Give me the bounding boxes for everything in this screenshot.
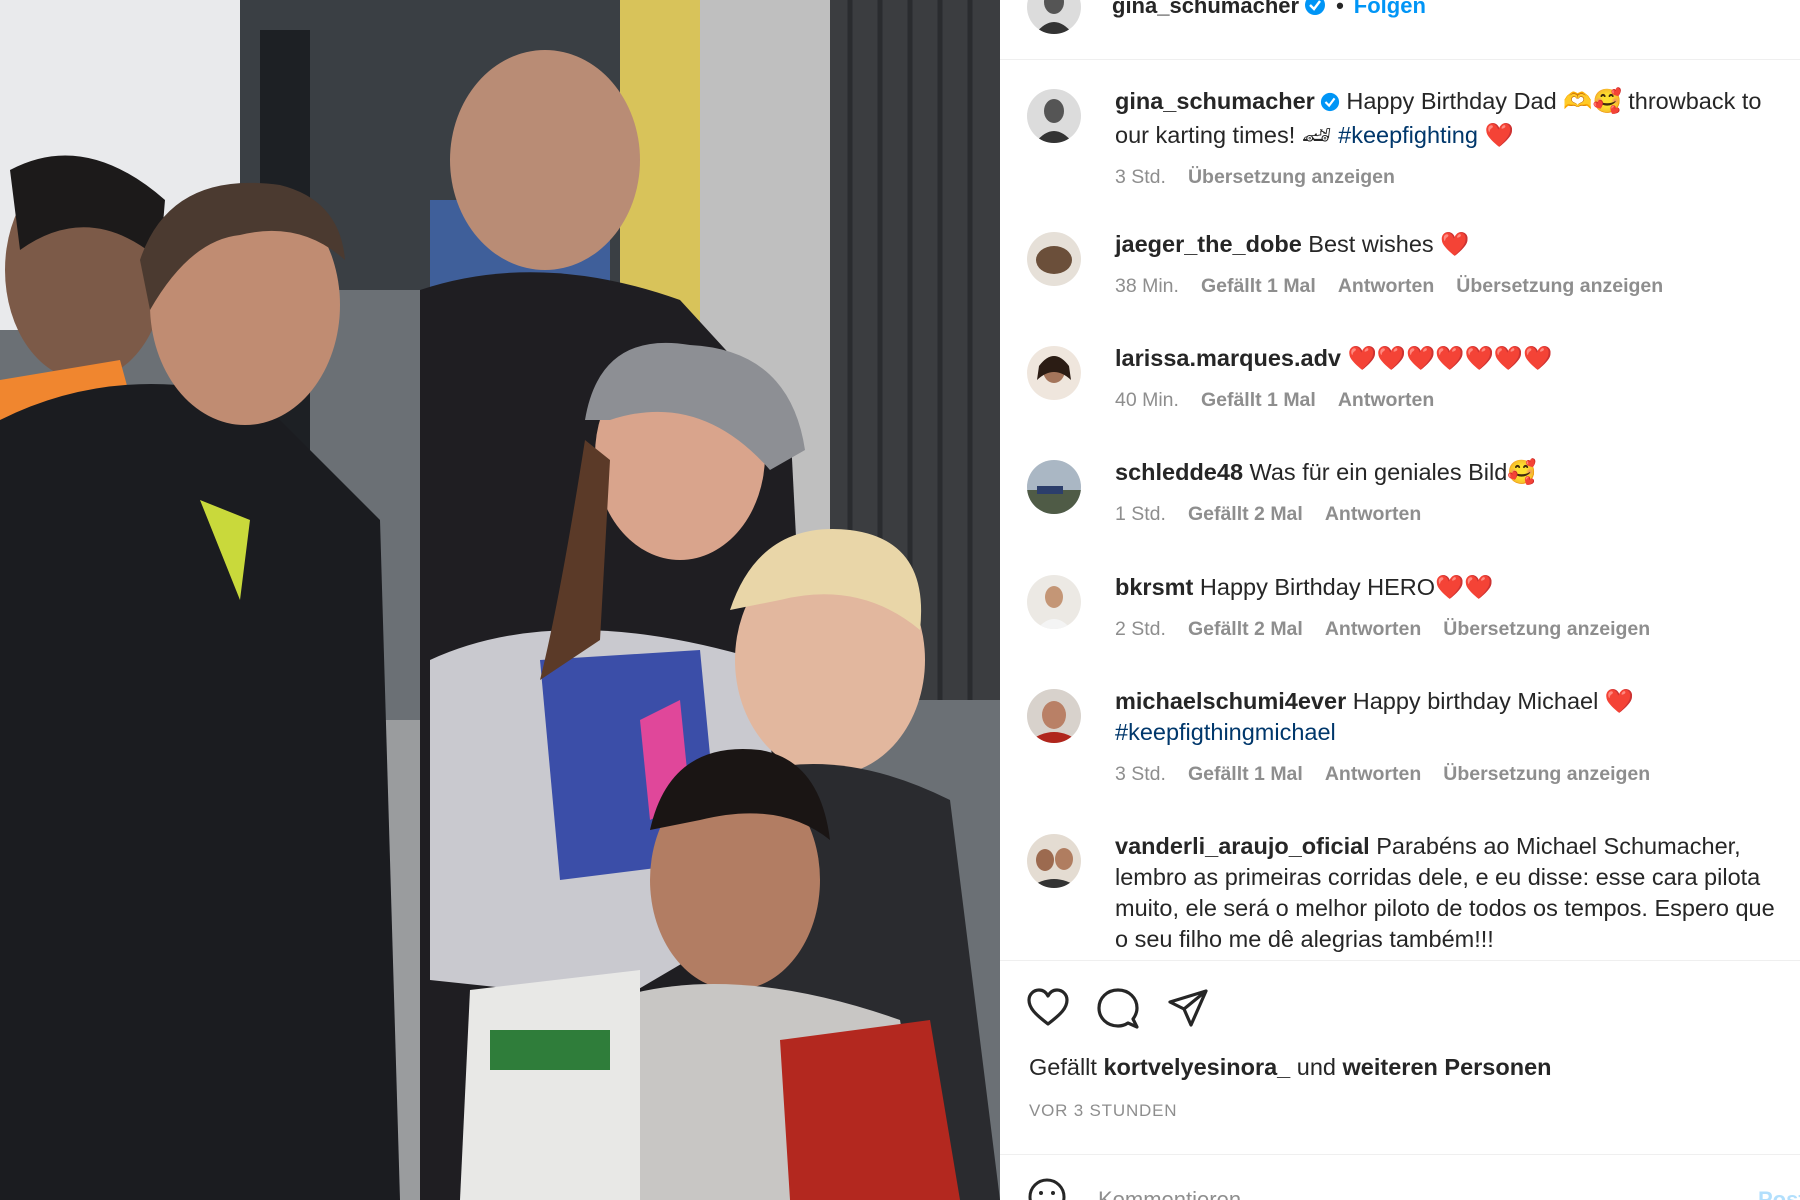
comment-likes[interactable]: Gefällt 2 Mal xyxy=(1188,503,1303,525)
karting-photo xyxy=(0,0,1000,1200)
commenter-avatar[interactable] xyxy=(1027,346,1081,400)
comment-username[interactable]: jaeger_the_dobe xyxy=(1115,231,1302,257)
comment-meta: 2 Std. Gefällt 2 Mal Antworten Übersetzung … xyxy=(1115,618,1672,641)
comment-text: vanderli_araujo_oficial Parabéns ao Mich… xyxy=(1115,831,1775,955)
comment-body: Was für ein geniales Bild🥰 xyxy=(1249,459,1537,485)
comment-time[interactable]: 38 Min. xyxy=(1115,275,1179,297)
comment-username[interactable]: bkrsmt xyxy=(1115,574,1193,600)
paper-plane-icon[interactable] xyxy=(1167,988,1209,1035)
caption-translate-link[interactable]: Übersetzung anzeigen xyxy=(1188,166,1395,188)
comment-username[interactable]: michaelschumi4ever xyxy=(1115,688,1346,714)
comment-meta: 1 Std. Gefällt 2 Mal Antworten xyxy=(1115,503,1443,526)
comment-username[interactable]: larissa.marques.adv xyxy=(1115,345,1341,371)
reply-button[interactable]: Antworten xyxy=(1325,503,1421,525)
likes-others-link[interactable]: weiteren Personen xyxy=(1343,1054,1552,1080)
commenter-avatar[interactable] xyxy=(1027,232,1081,286)
comment-meta: 38 Min. Gefällt 1 Mal Antworten Übersetzung… xyxy=(1115,275,1685,298)
comment-body: ❤️❤️❤️❤️❤️❤️❤️ xyxy=(1347,345,1553,371)
comment-time[interactable]: 2 Std. xyxy=(1115,618,1166,640)
author-avatar[interactable] xyxy=(1027,0,1081,34)
commenter-avatar[interactable] xyxy=(1027,575,1081,629)
post-author-line: gina_schumacher • Folgen xyxy=(1112,0,1426,22)
follow-button[interactable]: Folgen xyxy=(1354,0,1426,18)
likes-prefix: Gefällt xyxy=(1029,1054,1104,1080)
post-author-username[interactable]: gina_schumacher xyxy=(1112,0,1299,18)
comment-meta: 40 Min. Gefällt 1 Mal Antworten xyxy=(1115,389,1456,412)
post-age[interactable]: VOR 3 STUNDEN xyxy=(1029,1101,1177,1121)
comment-username[interactable]: vanderli_araujo_oficial xyxy=(1115,833,1370,859)
comment-text: larissa.marques.adv ❤️❤️❤️❤️❤️❤️❤️ xyxy=(1115,343,1775,374)
caption-meta: 3 Std. Übersetzung anzeigen xyxy=(1115,166,1417,189)
comments-list[interactable]: gina_schumacher Happy Birthday Dad 🫶🥰 th… xyxy=(1000,60,1800,959)
comment-likes[interactable]: Gefällt 1 Mal xyxy=(1201,275,1316,297)
likes-middle: und xyxy=(1290,1054,1343,1080)
comment-text: bkrsmt Happy Birthday HERO❤️❤️ xyxy=(1115,572,1775,603)
comment-username[interactable]: schledde48 xyxy=(1115,459,1243,485)
caption-hashtag[interactable]: #keepfighting xyxy=(1338,122,1478,148)
commenter-avatar[interactable] xyxy=(1027,834,1081,888)
comment-hashtag[interactable]: #keepfigthingmichael xyxy=(1115,719,1336,745)
comment-text: michaelschumi4ever Happy birthday Michae… xyxy=(1115,686,1775,748)
comment-meta: 3 Std. Gefällt 1 Mal Antworten Übersetzung … xyxy=(1115,763,1672,786)
reply-button[interactable]: Antworten xyxy=(1338,389,1434,411)
comment-body: Happy Birthday HERO❤️❤️ xyxy=(1199,574,1494,600)
comment-likes[interactable]: Gefällt 1 Mal xyxy=(1201,389,1316,411)
comment-composer: Kommentieren ... Posten xyxy=(1000,1154,1800,1200)
heart-icon[interactable] xyxy=(1027,988,1069,1033)
comment-time[interactable]: 40 Min. xyxy=(1115,389,1179,411)
post-photo[interactable] xyxy=(0,0,1000,1200)
reply-button[interactable]: Antworten xyxy=(1338,275,1434,297)
verified-badge-icon xyxy=(1304,0,1326,22)
comment-text: jaeger_the_dobe Best wishes ❤️ xyxy=(1115,229,1775,260)
emoji-smiley-icon[interactable] xyxy=(1027,1177,1067,1200)
reply-button[interactable]: Antworten xyxy=(1325,618,1421,640)
comment-likes[interactable]: Gefällt 1 Mal xyxy=(1188,763,1303,785)
likes-user-link[interactable]: kortvelyesinora_ xyxy=(1103,1054,1290,1080)
post-comment-button[interactable]: Posten xyxy=(1758,1187,1800,1200)
caption-username[interactable]: gina_schumacher xyxy=(1115,88,1315,114)
caption-text: gina_schumacher Happy Birthday Dad 🫶🥰 th… xyxy=(1115,86,1775,151)
post-actions: Gefällt kortvelyesinora_ und weiteren Pe… xyxy=(1000,960,1800,1200)
caption-time[interactable]: 3 Std. xyxy=(1115,166,1166,188)
translate-link[interactable]: Übersetzung anzeigen xyxy=(1443,618,1650,640)
caption-heart: ❤️ xyxy=(1477,122,1514,148)
verified-badge-icon xyxy=(1320,89,1340,120)
post-header: gina_schumacher • Folgen xyxy=(1000,0,1800,60)
comment-text: schledde48 Was für ein geniales Bild🥰 xyxy=(1115,457,1775,488)
comment-likes[interactable]: Gefällt 2 Mal xyxy=(1188,618,1303,640)
commenter-avatar[interactable] xyxy=(1027,689,1081,743)
commenter-avatar[interactable] xyxy=(1027,460,1081,514)
likes-summary: Gefällt kortvelyesinora_ und weiteren Pe… xyxy=(1029,1054,1552,1081)
comment-input[interactable]: Kommentieren ... xyxy=(1098,1187,1266,1200)
caption-avatar[interactable] xyxy=(1027,89,1081,143)
separator-dot: • xyxy=(1336,0,1344,18)
post-sidebar: gina_schumacher • Folgen gina_schumacher H… xyxy=(1000,0,1800,1200)
comment-time[interactable]: 3 Std. xyxy=(1115,763,1166,785)
comment-bubble-icon[interactable] xyxy=(1097,988,1139,1035)
translate-link[interactable]: Übersetzung anzeigen xyxy=(1456,275,1663,297)
comment-time[interactable]: 1 Std. xyxy=(1115,503,1166,525)
comment-body: Best wishes ❤️ xyxy=(1308,231,1470,257)
comment-body: Happy birthday Michael ❤️ xyxy=(1352,688,1635,714)
reply-button[interactable]: Antworten xyxy=(1325,763,1421,785)
translate-link[interactable]: Übersetzung anzeigen xyxy=(1443,763,1650,785)
